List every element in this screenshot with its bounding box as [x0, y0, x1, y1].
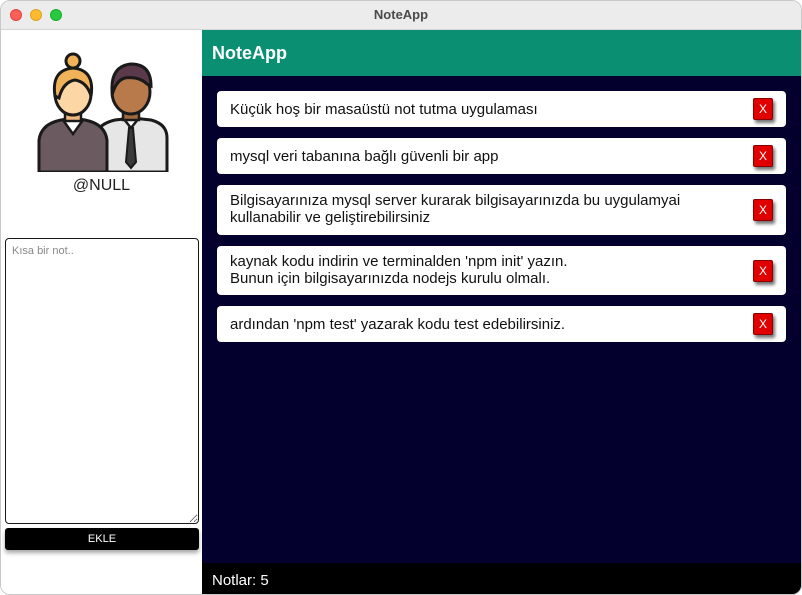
note-text: Bilgisayarınıza mysql server kurarak bil… [230, 192, 681, 226]
username-label: @NULL [72, 177, 131, 194]
sidebar: @NULL EKLE [1, 30, 202, 594]
note-text: mysql veri tabanına bağlı güvenli bir ap… [230, 148, 499, 165]
note-text: ardından 'npm test' yazarak kodu test ed… [230, 316, 566, 333]
header: NoteApp [202, 30, 801, 76]
delete-note-button[interactable]: X [753, 199, 773, 221]
note-card: Bilgisayarınıza mysql server kurarak bil… [217, 185, 786, 235]
note-card: Küçük hoş bir masaüstü not tutma uygulam… [217, 91, 786, 127]
app-window: NoteApp @NULL EKLE NoteApp Küçük hoş [0, 0, 802, 595]
note-text: Küçük hoş bir masaüstü not tutma uygulam… [230, 101, 538, 118]
delete-note-button[interactable]: X [753, 98, 773, 120]
note-text: kaynak kodu indirin ve terminalden 'npm … [230, 253, 568, 287]
footer: Notlar: 5 [202, 563, 801, 594]
header-title: NoteApp [212, 43, 287, 63]
window-title: NoteApp [373, 7, 429, 22]
notes-count: Notlar: 5 [212, 572, 269, 589]
note-input[interactable] [5, 238, 199, 524]
note-card: mysql veri tabanına bağlı güvenli bir ap… [217, 138, 786, 174]
note-card: kaynak kodu indirin ve terminalden 'npm … [217, 246, 786, 295]
title-bar: NoteApp [1, 1, 801, 30]
delete-note-button[interactable]: X [753, 145, 773, 167]
note-card: ardından 'npm test' yazarak kodu test ed… [217, 306, 786, 342]
add-note-button[interactable]: EKLE [5, 528, 199, 550]
users-avatar-icon [37, 52, 169, 172]
main-panel: NoteApp Küçük hoş bir masaüstü not tutma… [202, 30, 801, 594]
delete-note-button[interactable]: X [753, 260, 773, 282]
delete-note-button[interactable]: X [753, 313, 773, 335]
